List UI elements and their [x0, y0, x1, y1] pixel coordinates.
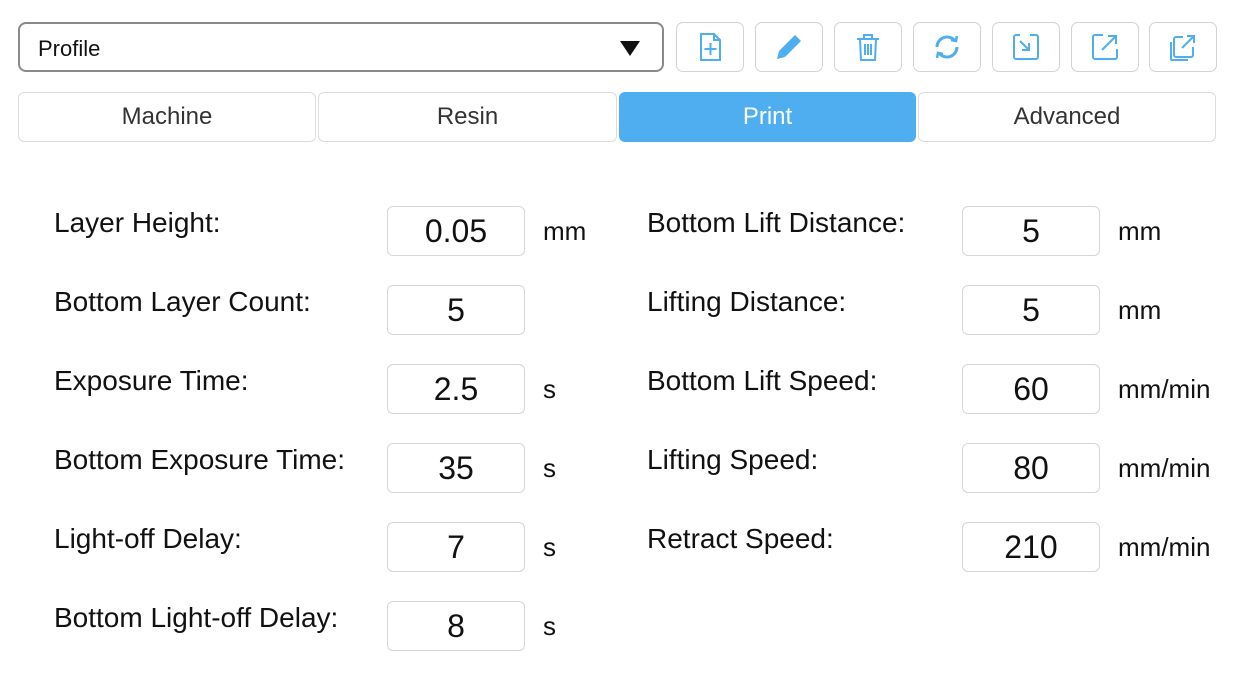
- refresh-button[interactable]: [913, 22, 981, 72]
- light-off-delay-input[interactable]: 7: [387, 522, 525, 572]
- tab-print[interactable]: Print: [619, 92, 916, 142]
- delete-profile-button[interactable]: [834, 22, 902, 72]
- lifting-speed-unit: mm/min: [1118, 453, 1211, 483]
- bottom-lift-distance-label: Bottom Lift Distance:: [647, 207, 906, 238]
- bottom-exposure-time-unit: s: [543, 453, 556, 483]
- export-icon: [1092, 34, 1118, 60]
- profile-select-value: Profile: [38, 36, 101, 61]
- import-button[interactable]: [992, 22, 1060, 72]
- exposure-time-label: Exposure Time:: [54, 365, 249, 396]
- retract-speed-input[interactable]: 210: [962, 522, 1100, 572]
- new-profile-button[interactable]: [676, 22, 744, 72]
- bottom-layer-count-label: Bottom Layer Count:: [54, 286, 311, 317]
- bottom-light-off-delay-label: Bottom Light-off Delay:: [54, 602, 339, 633]
- tab-label: Advanced: [1013, 103, 1121, 130]
- bottom-light-off-delay-input[interactable]: 8: [387, 601, 525, 651]
- layer-height-unit: mm: [543, 216, 587, 246]
- profile-select[interactable]: Profile: [18, 22, 664, 72]
- lifting-speed-label: Lifting Speed:: [647, 444, 819, 475]
- bottom-lift-speed-input[interactable]: 60: [962, 364, 1100, 414]
- tab-resin[interactable]: Resin: [318, 92, 617, 142]
- export-all-icon: [1170, 35, 1195, 61]
- exposure-time-input[interactable]: 2.5: [387, 364, 525, 414]
- lifting-distance-label: Lifting Distance:: [647, 286, 847, 317]
- tab-advanced[interactable]: Advanced: [918, 92, 1216, 142]
- lifting-distance-input[interactable]: 5: [962, 285, 1100, 335]
- bottom-lift-speed-unit: mm/min: [1118, 374, 1211, 404]
- layer-height-input[interactable]: 0.05: [387, 206, 525, 256]
- tab-label: Resin: [436, 103, 499, 130]
- light-off-delay-unit: s: [543, 532, 556, 562]
- bottom-light-off-delay-unit: s: [543, 611, 556, 641]
- lifting-distance-unit: mm: [1118, 295, 1162, 325]
- lifting-speed-input[interactable]: 80: [962, 443, 1100, 493]
- export-button[interactable]: [1071, 22, 1139, 72]
- light-off-delay-label: Light-off Delay:: [54, 523, 242, 554]
- pencil-icon: [777, 35, 801, 59]
- bottom-layer-count-input[interactable]: 5: [387, 285, 525, 335]
- tab-label: Machine: [121, 103, 213, 130]
- retract-speed-unit: mm/min: [1118, 532, 1211, 562]
- trash-icon: [857, 34, 879, 61]
- edit-profile-button[interactable]: [755, 22, 823, 72]
- export-all-button[interactable]: [1149, 22, 1217, 72]
- bottom-exposure-time-input[interactable]: 35: [387, 443, 525, 493]
- bottom-lift-distance-input[interactable]: 5: [962, 206, 1100, 256]
- chevron-down-icon: [620, 41, 640, 56]
- bottom-exposure-time-label: Bottom Exposure Time:: [54, 444, 346, 475]
- add-file-icon: [700, 33, 721, 61]
- exposure-time-unit: s: [543, 374, 556, 404]
- layer-height-label: Layer Height:: [54, 207, 221, 238]
- tab-machine[interactable]: Machine: [18, 92, 316, 142]
- import-icon: [1013, 34, 1039, 60]
- bottom-lift-distance-unit: mm: [1118, 216, 1162, 246]
- tab-label: Print: [742, 103, 793, 130]
- refresh-icon: [935, 35, 959, 59]
- bottom-lift-speed-label: Bottom Lift Speed:: [647, 365, 878, 396]
- retract-speed-label: Retract Speed:: [647, 523, 834, 554]
